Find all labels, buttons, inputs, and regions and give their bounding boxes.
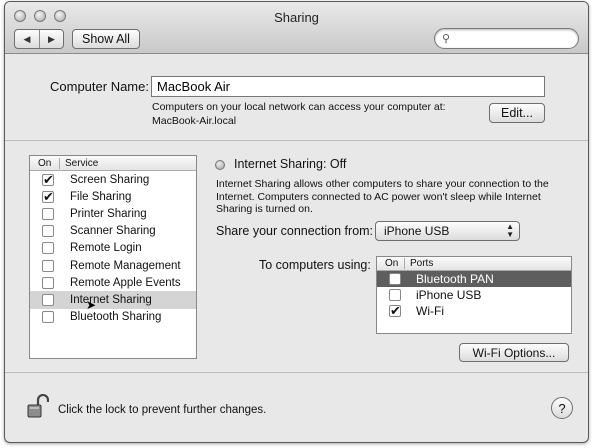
toolbar: Sharing ◀ ▶ Show All ⚲ — [5, 2, 588, 54]
port-row-wi-fi[interactable]: ✔ Wi-Fi — [377, 303, 571, 319]
service-label: Remote Apple Events — [70, 276, 181, 289]
share-from-popup[interactable]: iPhone USB ▲ ▼ — [375, 221, 520, 241]
column-header-ports[interactable]: Ports — [405, 258, 433, 269]
service-row-printer-sharing[interactable]: Printer Sharing — [30, 205, 196, 222]
search-input[interactable] — [457, 31, 572, 46]
search-icon: ⚲ — [442, 33, 451, 45]
ports-list-header: On Ports — [377, 257, 571, 271]
port-checkbox[interactable] — [389, 273, 401, 285]
column-header-on[interactable]: On — [30, 157, 60, 169]
service-checkbox[interactable] — [42, 293, 54, 306]
local-hostname: MacBook-Air.local — [152, 115, 237, 127]
port-row-bluetooth-pan[interactable]: Bluetooth PAN — [377, 271, 571, 287]
service-row-remote-management[interactable]: Remote Management — [30, 257, 196, 274]
lock-instruction: Click the lock to prevent further change… — [58, 404, 267, 416]
sharing-window: Sharing ◀ ▶ Show All ⚲ Computer Name: Co… — [4, 1, 589, 443]
service-row-bluetooth-sharing[interactable]: Bluetooth Sharing — [30, 309, 196, 326]
search-field[interactable]: ⚲ — [434, 28, 579, 49]
window-title: Sharing — [274, 10, 319, 25]
service-status: Internet Sharing: Off — [234, 157, 347, 171]
service-list[interactable]: On Service ✔ Screen Sharing ✔ File Shari… — [29, 155, 197, 359]
divider — [5, 140, 588, 141]
wifi-options-button[interactable]: Wi-Fi Options... — [459, 343, 569, 362]
show-all-button[interactable]: Show All — [72, 29, 140, 49]
service-label: File Sharing — [70, 190, 132, 203]
service-checkbox[interactable] — [42, 225, 54, 238]
service-checkbox[interactable] — [42, 311, 54, 324]
back-arrow-icon[interactable]: ◀ — [15, 30, 39, 48]
port-checkbox[interactable]: ✔ — [389, 304, 401, 317]
service-label: Printer Sharing — [70, 207, 147, 220]
service-row-remote-login[interactable]: Remote Login — [30, 240, 196, 257]
computer-name-field[interactable] — [151, 76, 545, 97]
service-checkbox[interactable] — [42, 276, 54, 289]
service-checkbox[interactable]: ✔ — [42, 173, 54, 186]
service-list-header: On Service — [30, 156, 196, 171]
service-row-remote-apple-events[interactable]: Remote Apple Events — [30, 274, 196, 291]
service-row-screen-sharing[interactable]: ✔ Screen Sharing — [30, 171, 196, 188]
service-label: Internet Sharing — [70, 293, 152, 306]
service-checkbox[interactable] — [42, 207, 54, 220]
back-forward-control: ◀ ▶ — [14, 29, 64, 49]
ports-list[interactable]: On Ports Bluetooth PAN iPhone USB ✔ Wi-F… — [376, 256, 572, 334]
service-checkbox[interactable] — [42, 259, 54, 272]
service-row-scanner-sharing[interactable]: Scanner Sharing — [30, 223, 196, 240]
service-row-internet-sharing[interactable]: Internet Sharing ➤ — [30, 291, 196, 312]
service-label: Screen Sharing — [70, 173, 150, 186]
share-from-label: Share your connection from: — [216, 224, 374, 238]
address-info-line: Computers on your local network can acce… — [152, 101, 446, 113]
port-checkbox[interactable] — [389, 289, 401, 301]
column-header-on[interactable]: On — [377, 258, 405, 269]
service-label: Remote Management — [70, 259, 181, 272]
divider — [5, 372, 588, 373]
to-computers-label: To computers using: — [259, 258, 371, 272]
service-checkbox[interactable] — [42, 242, 54, 255]
port-row-iphone-usb[interactable]: iPhone USB — [377, 287, 571, 303]
popup-arrows-icon: ▲ ▼ — [506, 222, 514, 239]
forward-arrow-icon[interactable]: ▶ — [38, 30, 63, 48]
column-header-service[interactable]: Service — [60, 158, 98, 169]
unlocked-lock-icon[interactable] — [27, 394, 49, 418]
service-description: Internet Sharing allows other computers … — [216, 178, 549, 215]
service-checkbox[interactable]: ✔ — [42, 190, 54, 203]
status-indicator-icon — [215, 160, 225, 170]
edit-button[interactable]: Edit... — [489, 103, 545, 123]
service-label: Bluetooth Sharing — [70, 311, 162, 324]
help-button[interactable]: ? — [551, 397, 573, 419]
service-label: Scanner Sharing — [70, 225, 156, 238]
port-label: Wi-Fi — [416, 304, 444, 318]
service-row-file-sharing[interactable]: ✔ File Sharing — [30, 188, 196, 205]
computer-address-info: Computers on your local network can acce… — [152, 100, 446, 128]
port-label: Bluetooth PAN — [416, 272, 494, 286]
port-label: iPhone USB — [416, 288, 482, 302]
share-from-value: iPhone USB — [384, 224, 450, 238]
service-label: Remote Login — [70, 242, 142, 255]
computer-name-label: Computer Name: — [50, 79, 149, 94]
